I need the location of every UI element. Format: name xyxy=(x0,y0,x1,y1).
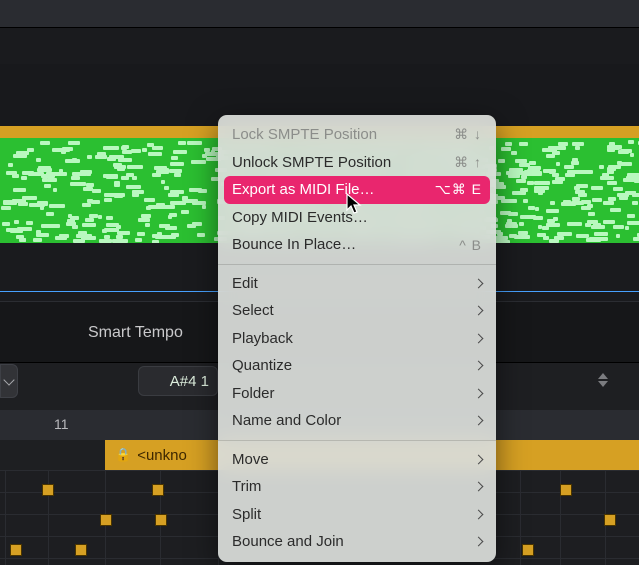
menu-split[interactable]: Split xyxy=(218,501,496,529)
stepper-up-icon xyxy=(598,373,608,379)
menu-item-shortcut: ⌥⌘ E xyxy=(435,181,482,198)
menu-item-label: Folder xyxy=(232,385,275,402)
lock-icon: 🔒 xyxy=(115,447,131,463)
menu-item-shortcut: ⌘ ↓ xyxy=(454,126,482,143)
menu-copy-midi[interactable]: Copy MIDI Events… xyxy=(218,204,496,232)
menu-edit[interactable]: Edit xyxy=(218,270,496,298)
menu-item-label: Playback xyxy=(232,330,293,347)
menu-item-label: Name and Color xyxy=(232,412,341,429)
menu-item-shortcut: ^ B xyxy=(459,237,482,253)
midi-note[interactable] xyxy=(100,514,112,526)
top-ruler-strip xyxy=(0,0,639,28)
smart-tempo-label[interactable]: Smart Tempo xyxy=(88,324,183,342)
menu-bounce-in-place[interactable]: Bounce In Place… ^ B xyxy=(218,231,496,259)
menu-unlock-smpte[interactable]: Unlock SMPTE Position ⌘ ↑ xyxy=(218,149,496,177)
menu-separator xyxy=(218,264,496,265)
menu-item-label: Export as MIDI File… xyxy=(232,181,375,198)
menu-select[interactable]: Select xyxy=(218,297,496,325)
menu-item-shortcut: ⌘ ↑ xyxy=(454,154,482,171)
region-name-label: <unkno xyxy=(137,447,187,464)
context-menu: Lock SMPTE Position ⌘ ↓ Unlock SMPTE Pos… xyxy=(218,115,496,562)
menu-separator xyxy=(218,440,496,441)
menu-name-color[interactable]: Name and Color xyxy=(218,407,496,435)
midi-note[interactable] xyxy=(604,514,616,526)
stepper-control[interactable] xyxy=(590,364,616,396)
note-pitch-display[interactable]: A#4 1 xyxy=(138,366,218,396)
midi-note[interactable] xyxy=(10,544,22,556)
menu-lock-smpte: Lock SMPTE Position ⌘ ↓ xyxy=(218,121,496,149)
dropdown-button-partial[interactable] xyxy=(0,364,18,398)
midi-note[interactable] xyxy=(560,484,572,496)
midi-note[interactable] xyxy=(522,544,534,556)
menu-item-label: Edit xyxy=(232,275,258,292)
menu-folder[interactable]: Folder xyxy=(218,380,496,408)
menu-trim[interactable]: Trim xyxy=(218,473,496,501)
midi-note[interactable] xyxy=(152,484,164,496)
midi-note[interactable] xyxy=(155,514,167,526)
midi-note[interactable] xyxy=(75,544,87,556)
menu-item-label: Move xyxy=(232,451,269,468)
menu-bounce-join[interactable]: Bounce and Join xyxy=(218,528,496,556)
menu-quantize[interactable]: Quantize xyxy=(218,352,496,380)
menu-item-label: Bounce and Join xyxy=(232,533,344,550)
menu-item-label: Trim xyxy=(232,478,261,495)
ruler-area-1 xyxy=(0,28,639,64)
menu-item-label: Bounce In Place… xyxy=(232,236,356,253)
menu-item-label: Quantize xyxy=(232,357,292,374)
menu-export-midi[interactable]: Export as MIDI File… ⌥⌘ E xyxy=(224,176,490,204)
menu-item-label: Lock SMPTE Position xyxy=(232,126,377,143)
menu-move[interactable]: Move xyxy=(218,446,496,474)
stepper-down-icon xyxy=(598,381,608,387)
menu-playback[interactable]: Playback xyxy=(218,325,496,353)
bar-number: 11 xyxy=(54,416,69,432)
menu-item-label: Split xyxy=(232,506,261,523)
midi-note[interactable] xyxy=(42,484,54,496)
chevron-down-icon xyxy=(3,374,14,385)
menu-item-label: Select xyxy=(232,302,274,319)
menu-item-label: Unlock SMPTE Position xyxy=(232,154,391,171)
menu-item-label: Copy MIDI Events… xyxy=(232,209,368,226)
